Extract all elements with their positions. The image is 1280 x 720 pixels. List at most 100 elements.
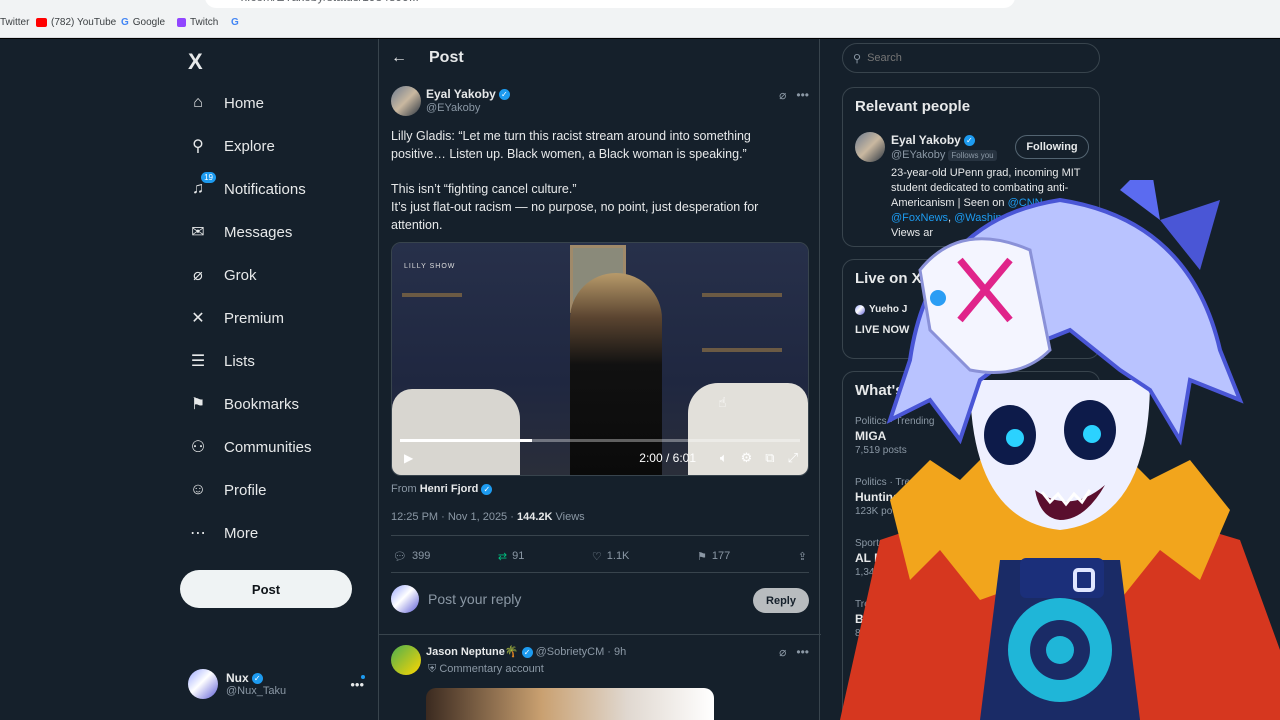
share-action[interactable]: ⇪	[798, 545, 807, 567]
nav-label: Explore	[224, 137, 275, 155]
avatar[interactable]	[391, 645, 421, 675]
back-arrow-icon[interactable]: ←	[391, 49, 407, 67]
avatar	[188, 669, 218, 699]
author-handle[interactable]: @EYakoby	[426, 102, 480, 114]
unread-dot	[361, 675, 365, 679]
reply-tweet[interactable]: Jason Neptune🌴 ✓ @SobrietyCM · 9h ⛨ Comme…	[391, 643, 809, 720]
bio-link[interactable]: @CNN	[1008, 197, 1043, 209]
x-logo-icon[interactable]: X	[188, 49, 203, 75]
post-header: ← Post	[391, 49, 464, 67]
search-input[interactable]	[867, 52, 1068, 64]
repost-action[interactable]: ⇄ 91	[498, 545, 524, 567]
person-bio: 23-year-old UPenn grad, incoming MIT stu…	[891, 167, 1081, 239]
post-button[interactable]: Post	[180, 570, 352, 608]
mouse-pointer-icon: ☝	[718, 394, 727, 410]
nav-notifications[interactable]: ♫ 19 Notifications	[188, 172, 306, 204]
nav-lists[interactable]: ☰ Lists	[188, 346, 255, 376]
bio-link[interactable]: @FoxNews	[891, 212, 948, 224]
verified-icon: ✓	[481, 483, 493, 495]
person-name[interactable]: Eyal Yakoby ✓	[891, 133, 975, 147]
trend-item[interactable]: Trendi Bib 8,	[855, 599, 883, 639]
reply-author[interactable]: Jason Neptune🌴 ✓ @SobrietyCM · 9h	[426, 645, 626, 658]
address-bar[interactable]: x.com/EYakoby/status/1984899...	[205, 0, 1015, 8]
trend-item[interactable]: Politics · Trending MIGA 7,519 posts	[855, 416, 934, 456]
reply-icon: 💬︎	[393, 550, 407, 563]
author-name[interactable]: Eyal Yakoby ✓	[426, 87, 510, 101]
bookmark-twitter[interactable]: Twitter	[0, 17, 29, 28]
nav-label: Grok	[224, 266, 257, 284]
reply-composer: Post your reply Reply	[391, 585, 809, 617]
verified-icon: ✓	[521, 646, 533, 658]
bookmark-twitch[interactable]: Twitch	[177, 17, 218, 28]
nav-label: More	[224, 524, 259, 542]
nav-explore[interactable]: ⚲ Explore	[188, 131, 275, 161]
bio-link[interactable]: @WashingtonP	[954, 212, 1030, 224]
grok-icon[interactable]: ⌀	[779, 645, 786, 659]
avatar[interactable]	[855, 132, 885, 162]
trend-item[interactable]: Politics · Trendi Huntingt 123K po	[855, 477, 923, 517]
tweet-timestamp[interactable]: 12:25 PM · Nov 1, 2025 ·	[391, 511, 514, 523]
source-name[interactable]: Henri Fjord	[420, 483, 479, 495]
video-shelf	[402, 293, 462, 297]
tweet-author: Eyal Yakoby ✓ @EYakoby ⌀ •••	[391, 86, 809, 118]
following-button[interactable]: Following	[1015, 135, 1089, 159]
nav-label: Notifications	[224, 180, 306, 198]
video-watermark: LILLY SHOW	[404, 263, 456, 270]
bell-icon: ♫ 19	[188, 172, 216, 199]
account-switcher[interactable]: Nux ✓ @Nux_Taku •••	[188, 667, 368, 701]
twitch-icon	[177, 18, 186, 27]
video-time: 2:00 / 6:01	[639, 451, 696, 465]
verified-icon: ✓	[963, 135, 975, 147]
reply-button[interactable]: Reply	[753, 588, 809, 613]
nav-premium[interactable]: ✕ Premium	[188, 303, 284, 333]
divider	[379, 634, 821, 635]
search-icon: ⚲	[853, 52, 862, 65]
trend-title: AL Eas	[855, 551, 896, 565]
more-icon[interactable]: •••	[796, 645, 809, 659]
nav-home[interactable]: ⌂ Home	[188, 88, 264, 118]
live-panel: Live on X Yueho J LIVE NOW	[842, 259, 1100, 359]
nav-grok[interactable]: ⌀ Grok	[188, 260, 257, 290]
reply-top-actions: ⌀ •••	[779, 645, 809, 659]
page-title: Post	[429, 49, 464, 66]
live-host[interactable]: Yueho J	[855, 304, 907, 315]
avatar[interactable]	[391, 86, 421, 116]
grok-icon[interactable]: ⌀	[779, 88, 786, 102]
bookmark-google-2[interactable]: G	[231, 17, 239, 28]
nav-label: Profile	[224, 481, 267, 499]
more-icon[interactable]: •••	[796, 88, 809, 102]
pip-icon[interactable]: ⧉	[765, 450, 774, 466]
tweet-paragraph: This isn’t “fighting cancel culture.”	[391, 182, 577, 196]
video-shelf	[702, 293, 782, 297]
trend-count: 123K po	[855, 506, 893, 517]
nav-more[interactable]: ⋯ More	[188, 518, 258, 548]
bookmark-action[interactable]: ⚑ 177	[697, 545, 730, 567]
nav-bookmarks[interactable]: ⚑ Bookmarks	[188, 389, 299, 419]
google-icon: G	[121, 17, 129, 28]
nav-messages[interactable]: ✉ Messages	[188, 217, 292, 247]
fullscreen-icon[interactable]: ⤢	[788, 450, 798, 466]
search-box[interactable]: ⚲	[842, 43, 1100, 73]
video-player[interactable]: LILLY SHOW ▶ 2:00 / 6:01 🔈︎ ⚙ ⧉ ⤢	[391, 242, 809, 476]
settings-icon[interactable]: ⚙	[741, 450, 753, 466]
relevant-people-panel: Relevant people Eyal Yakoby ✓ @EYakoby Fol…	[842, 87, 1100, 247]
trend-title: Bib	[855, 612, 875, 626]
tweet-top-actions: ⌀ •••	[779, 88, 809, 102]
divider	[391, 572, 809, 573]
reply-action[interactable]: 💬︎ 399	[393, 545, 430, 567]
volume-icon[interactable]: 🔈︎	[720, 450, 728, 466]
divider	[391, 535, 809, 536]
reply-media[interactable]	[426, 688, 714, 720]
bookmark-youtube[interactable]: (782) YouTube	[36, 17, 116, 28]
trend-count: 7,519 posts	[855, 445, 907, 456]
trend-item[interactable]: Sports · Tr AL Eas 1,342 pos	[855, 538, 902, 578]
person-handle[interactable]: @EYakoby Follows you	[891, 149, 997, 161]
nav-communities[interactable]: ⚇ Communities	[188, 432, 312, 462]
tweet-actions: 💬︎ 399 ⇄ 91 ♡ 1.1K ⚑ 177 ⇪	[393, 545, 807, 567]
live-status: LIVE NOW	[855, 324, 910, 336]
reply-input[interactable]: Post your reply	[428, 591, 521, 607]
bookmark-google[interactable]: G Google	[121, 17, 165, 28]
play-icon[interactable]: ▶	[404, 451, 413, 465]
nav-profile[interactable]: ☺ Profile	[188, 475, 267, 505]
like-action[interactable]: ♡ 1.1K	[592, 545, 630, 567]
